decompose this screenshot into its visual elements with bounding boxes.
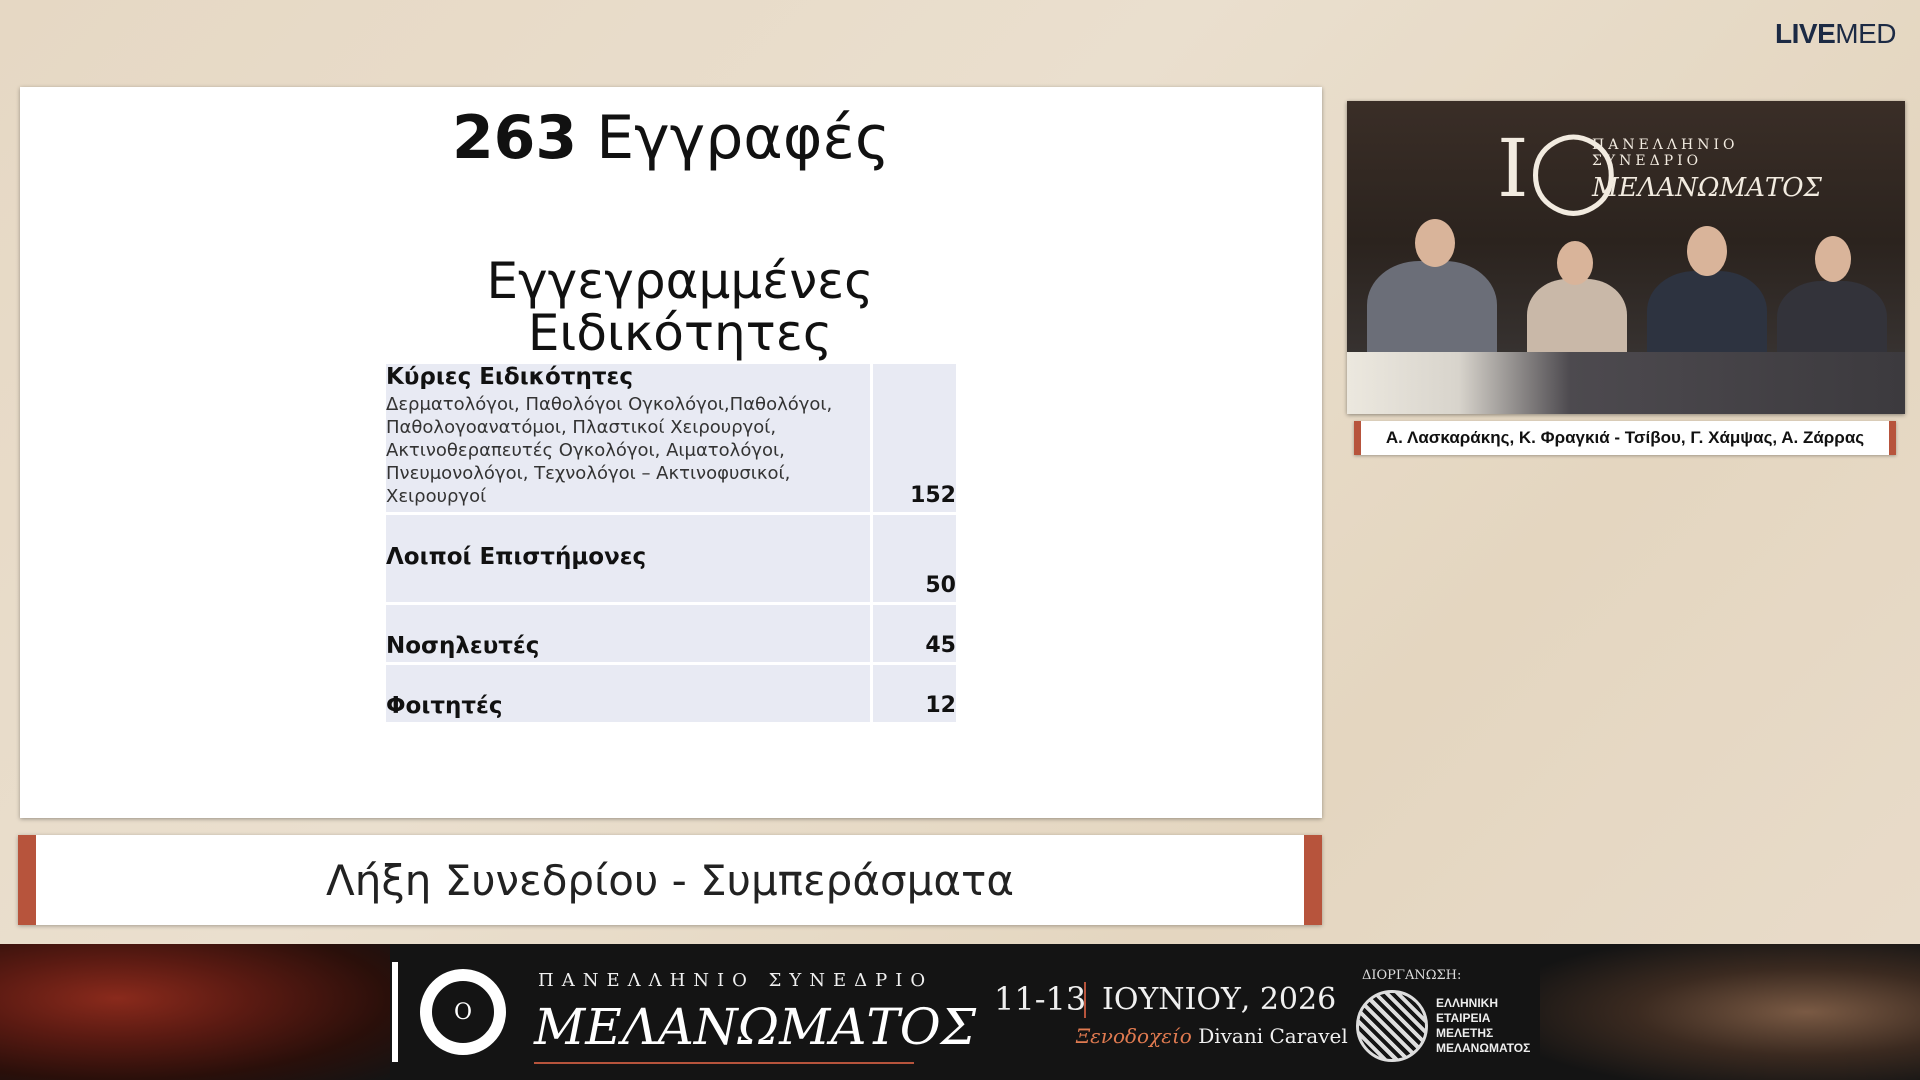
table-row: Λοιποί Επιστήμονες 50 xyxy=(386,513,956,605)
ten-ring-icon: Ο xyxy=(420,969,506,1055)
subtitle-line-2: Ειδικότητες xyxy=(527,304,833,362)
row-value: 50 xyxy=(871,513,956,605)
session-caption: Λήξη Συνεδρίου - Συμπεράσματα xyxy=(18,835,1322,925)
row-category: Φοιτητές xyxy=(386,693,503,719)
registrations-count: 263 xyxy=(451,103,578,173)
row-value: 12 xyxy=(871,663,956,725)
ten-bar-icon xyxy=(392,962,398,1062)
row-value: 152 xyxy=(871,364,956,515)
brand-live: LIVE xyxy=(1775,18,1836,49)
footer-line-2: ΜΕΛΑΝΩΜΑΤΟΣ xyxy=(534,998,977,1056)
table-cell: Φοιτητές xyxy=(386,663,873,725)
speaker-video: I◯ ΠΑΝΕΛΛΗΝΙΟ ΣΥΝΕΔΡΙΟ ΜΕΛΑΝΩΜΑΤΟΣ xyxy=(1347,101,1905,414)
organizer-label: ΔΙΟΡΓΑΝΩΣΗ: xyxy=(1362,968,1462,983)
speaker-head xyxy=(1415,219,1455,267)
title-text: Εγγραφές xyxy=(596,103,891,173)
table-row: Κύριες Ειδικότητες Δερματολόγοι, Παθολόγ… xyxy=(386,364,956,515)
footer-venue: Ξενοδοχείο Divani Caravel xyxy=(1076,1024,1348,1048)
banner-line-2: ΣΥΝΕΔΡΙΟ xyxy=(1592,153,1703,169)
speaker-head xyxy=(1815,236,1851,282)
painting-right xyxy=(1540,944,1920,1080)
footer-banner: Ο ΠΑΝΕΛΛΗΝΙΟ ΣΥΝΕΔΡΙΟ ΜΕΛΑΝΩΜΑΤΟΣ 11-13 … xyxy=(0,944,1920,1080)
brand-med: MED xyxy=(1835,18,1896,49)
footer-underline xyxy=(534,1062,914,1064)
table-cell: Κύριες Ειδικότητες Δερματολόγοι, Παθολόγ… xyxy=(386,364,873,515)
banner-line-1: ΠΑΝΕΛΛΗΝΙΟ xyxy=(1592,137,1739,153)
table-row: Φοιτητές 12 xyxy=(386,663,956,725)
society-seal-icon xyxy=(1356,990,1428,1062)
panel-table xyxy=(1347,352,1905,414)
row-category: Κύριες Ειδικότητες xyxy=(386,364,633,390)
painting-left xyxy=(0,944,390,1080)
speaker-names: Α. Λασκαράκης, Κ. Φραγκιά - Τσίβου, Γ. Χ… xyxy=(1354,421,1896,455)
presentation-slide: 263 Εγγραφές Εγγεγραμμένες Ειδικότητες Κ… xyxy=(20,87,1322,818)
banner-line-3: ΜΕΛΑΝΩΜΑΤΟΣ xyxy=(1592,173,1822,203)
specialties-table: Κύριες Ειδικότητες Δερματολόγοι, Παθολόγ… xyxy=(386,364,956,725)
org-line: ΜΕΛΕΤΗΣ xyxy=(1436,1026,1494,1040)
footer-month-year: ΙΟΥΝΙΟΥ, 2026 xyxy=(1102,982,1337,1017)
table-cell: Νοσηλευτές xyxy=(386,603,873,665)
row-category: Λοιποί Επιστήμονες xyxy=(386,544,647,570)
org-line: ΕΛΛΗΝΙΚΗ xyxy=(1436,996,1499,1010)
table-cell: Λοιποί Επιστήμονες xyxy=(386,513,873,605)
subtitle-line-1: Εγγεγραμμένες xyxy=(486,252,874,310)
org-line: ΕΤΑΙΡΕΙΑ xyxy=(1436,1011,1491,1025)
venue-label: Ξενοδοχείο xyxy=(1076,1024,1192,1048)
footer-dates: 11-13 xyxy=(994,980,1087,1018)
organizer-name: ΕΛΛΗΝΙΚΗ ΕΤΑΙΡΕΙΑ ΜΕΛΕΤΗΣ ΜΕΛΑΝΩΜΑΤΟΣ xyxy=(1436,996,1530,1056)
row-category: Νοσηλευτές xyxy=(386,633,540,659)
livemed-logo: LIVEMED xyxy=(1775,18,1896,50)
footer-separator xyxy=(1084,982,1086,1018)
table-row: Νοσηλευτές 45 xyxy=(386,603,956,665)
footer-line-1: ΠΑΝΕΛΛΗΝΙΟ ΣΥΝΕΔΡΙΟ xyxy=(538,970,934,991)
venue-name: Divani Caravel xyxy=(1198,1024,1348,1048)
speaker-head xyxy=(1687,226,1727,276)
speaker-head xyxy=(1557,241,1593,285)
row-value: 45 xyxy=(871,603,956,665)
org-line: ΜΕΛΑΝΩΜΑΤΟΣ xyxy=(1436,1041,1531,1055)
slide-title: 263 Εγγραφές xyxy=(20,103,1322,173)
slide-subtitle: Εγγεγραμμένες Ειδικότητες xyxy=(320,255,1040,359)
row-description: Δερματολόγοι, Παθολόγοι Ογκολόγοι,Παθολό… xyxy=(386,394,833,507)
